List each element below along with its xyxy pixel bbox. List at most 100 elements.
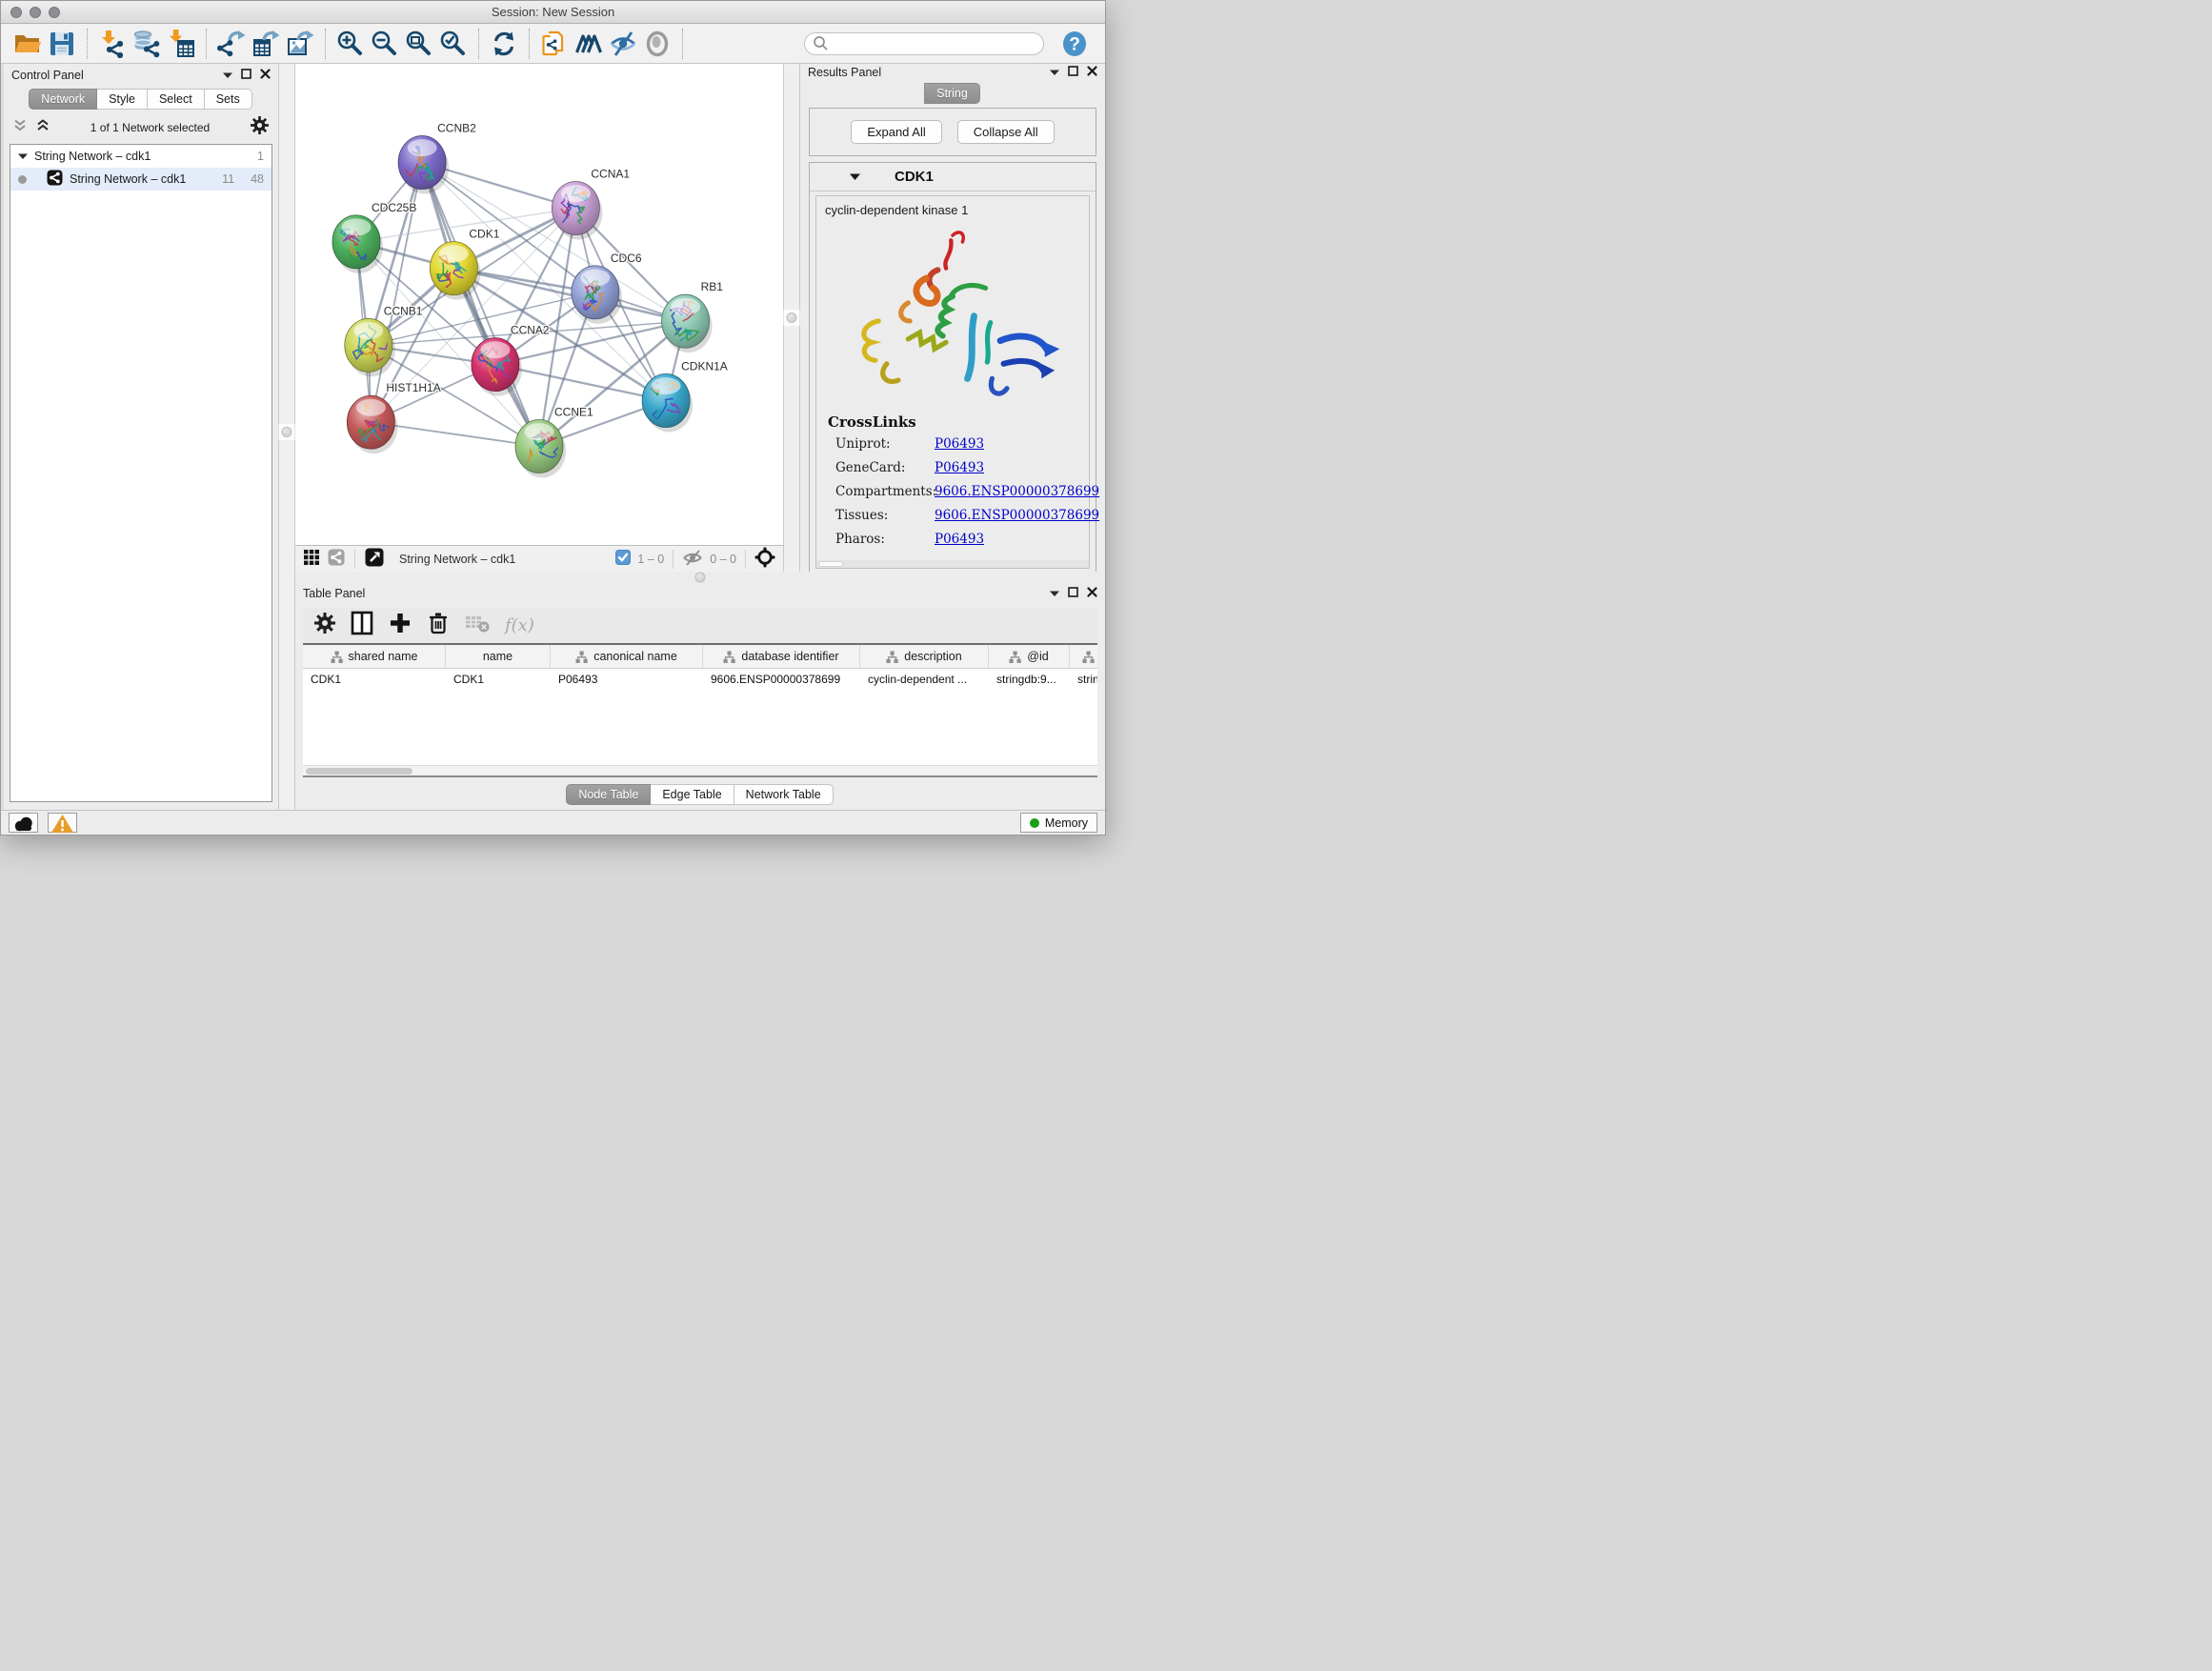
network-status-dot — [18, 175, 27, 184]
expand-all-icon[interactable] — [36, 119, 50, 136]
node-CDC6[interactable]: CDC6 — [572, 252, 642, 324]
hide-selected-icon[interactable] — [606, 27, 640, 61]
entry-collapse-icon[interactable] — [850, 169, 860, 186]
table-body[interactable]: CDK1CDK1P064939606.ENSP00000378699cyclin… — [303, 669, 1097, 765]
crosslink-link[interactable]: P06493 — [935, 532, 1099, 547]
tree-expand-icon[interactable] — [18, 150, 28, 163]
delete-column-icon[interactable] — [427, 611, 450, 640]
network-canvas[interactable]: CCNB2CCNA1CDC25BCDK1CDC6RB1CCNB1CCNA2CDK… — [295, 64, 783, 545]
network-row-selected[interactable]: String Network – cdk1 11 48 — [10, 168, 271, 191]
import-table-file-icon[interactable] — [164, 27, 198, 61]
node-HIST1H1A[interactable]: HIST1H1A — [347, 381, 440, 453]
splitter-grip[interactable] — [282, 427, 292, 437]
right-panel-splitter[interactable] — [783, 64, 800, 572]
results-hscroll-thumb[interactable] — [818, 561, 843, 567]
grid-view-icon[interactable] — [303, 549, 320, 569]
tab-node-table[interactable]: Node Table — [566, 784, 651, 805]
tab-sets[interactable]: Sets — [204, 89, 252, 110]
delete-table-icon[interactable] — [465, 613, 490, 638]
node-CDC25B[interactable]: CDC25B — [332, 201, 417, 274]
export-image-icon[interactable] — [283, 27, 317, 61]
save-session-icon[interactable] — [45, 27, 79, 61]
first-neighbors-icon[interactable] — [572, 27, 606, 61]
column-label: name — [483, 650, 513, 663]
panel-menu-icon[interactable] — [1050, 585, 1059, 602]
crosslink-link[interactable]: P06493 — [935, 436, 1099, 452]
selected-checkbox-icon[interactable] — [615, 550, 631, 568]
tab-network[interactable]: Network — [29, 89, 97, 110]
network-share-icon[interactable] — [328, 549, 345, 569]
node-CDK1[interactable]: CDK1 — [430, 228, 499, 300]
zoom-in-icon[interactable] — [333, 27, 368, 61]
search-box[interactable] — [804, 32, 1044, 55]
table-panel-splitter[interactable] — [295, 572, 1105, 582]
refresh-view-icon[interactable] — [487, 27, 521, 61]
crosslink-link[interactable]: 9606.ENSP00000378699 — [935, 484, 1099, 499]
memory-button[interactable]: Memory — [1020, 813, 1097, 833]
tab-select[interactable]: Select — [147, 89, 205, 110]
edge-CCNB2-CCNE1[interactable] — [422, 163, 539, 447]
column-header-description[interactable]: description — [860, 645, 989, 668]
warning-button[interactable] — [48, 813, 77, 833]
table-hscroll-thumb[interactable] — [306, 768, 412, 775]
panel-close-icon[interactable] — [1087, 64, 1097, 81]
node-CCNA1[interactable]: CCNA1 — [552, 168, 630, 240]
panel-menu-icon[interactable] — [223, 67, 232, 84]
zoom-fit-content-icon[interactable] — [402, 27, 436, 61]
panel-float-icon[interactable] — [241, 67, 251, 84]
import-network-database-icon[interactable] — [130, 27, 164, 61]
left-panel-splitter[interactable] — [278, 64, 295, 810]
birds-eye-view-icon[interactable] — [365, 548, 384, 570]
table-gear-icon[interactable] — [314, 613, 335, 638]
add-column-icon[interactable] — [389, 612, 412, 639]
panel-close-icon[interactable] — [260, 67, 271, 84]
column-header-shared-name[interactable]: shared name — [303, 645, 446, 668]
panel-float-icon[interactable] — [1068, 64, 1078, 81]
splitter-grip[interactable] — [787, 312, 797, 323]
copy-view-icon[interactable] — [537, 27, 572, 61]
edge-CDK1-RB1[interactable] — [453, 269, 685, 322]
column-header-database-identifier[interactable]: database identifier — [703, 645, 860, 668]
column-header-name[interactable]: name — [446, 645, 551, 668]
show-columns-icon[interactable] — [351, 611, 373, 640]
splitter-grip[interactable] — [695, 572, 706, 582]
zoom-selected-icon[interactable] — [436, 27, 471, 61]
tab-edge-table[interactable]: Edge Table — [650, 784, 734, 805]
cloud-button[interactable] — [9, 813, 38, 833]
function-builder-icon[interactable]: f(x) — [505, 615, 534, 635]
crosslink-link[interactable]: 9606.ENSP00000378699 — [935, 508, 1099, 523]
import-network-file-icon[interactable] — [95, 27, 130, 61]
hidden-eye-icon[interactable] — [682, 550, 703, 569]
results-hscrollbar[interactable] — [816, 560, 1089, 568]
panel-close-icon[interactable] — [1087, 585, 1097, 602]
panel-menu-icon[interactable] — [1050, 64, 1059, 81]
open-session-icon[interactable] — [10, 27, 45, 61]
crosshair-icon[interactable] — [754, 547, 775, 571]
tab-string[interactable]: String — [924, 83, 980, 104]
tab-style[interactable]: Style — [96, 89, 148, 110]
node-RB1[interactable]: RB1 — [662, 280, 724, 352]
search-input[interactable] — [834, 37, 1036, 50]
network-collection-row[interactable]: String Network – cdk1 1 — [10, 145, 271, 168]
node-CDKN1A[interactable]: CDKN1A — [634, 360, 728, 433]
tab-network-table[interactable]: Network Table — [734, 784, 834, 805]
show-graphics-details-icon[interactable] — [640, 27, 674, 61]
column-header-namespace[interactable]: namespace — [1070, 645, 1097, 668]
export-network-icon[interactable] — [214, 27, 249, 61]
table-hscrollbar[interactable] — [303, 765, 1097, 775]
gene-entry-header[interactable]: CDK1 — [810, 163, 1096, 191]
column-header--id[interactable]: @id — [989, 645, 1070, 668]
help-icon[interactable]: ? — [1057, 27, 1092, 61]
gear-icon[interactable] — [251, 116, 269, 139]
export-table-icon[interactable] — [249, 27, 283, 61]
expand-all-button[interactable]: Expand All — [851, 120, 941, 144]
crosslink-link[interactable]: P06493 — [935, 460, 1099, 475]
table-row[interactable]: CDK1CDK1P064939606.ENSP00000378699cyclin… — [303, 669, 1097, 692]
node-CCNB2[interactable]: CCNB2 — [395, 122, 476, 194]
column-header-canonical-name[interactable]: canonical name — [551, 645, 703, 668]
zoom-out-icon[interactable] — [368, 27, 402, 61]
node-CCNB1[interactable]: CCNB1 — [345, 304, 423, 376]
collapse-all-button[interactable]: Collapse All — [957, 120, 1055, 144]
collapse-all-icon[interactable] — [13, 119, 27, 136]
panel-float-icon[interactable] — [1068, 585, 1078, 602]
